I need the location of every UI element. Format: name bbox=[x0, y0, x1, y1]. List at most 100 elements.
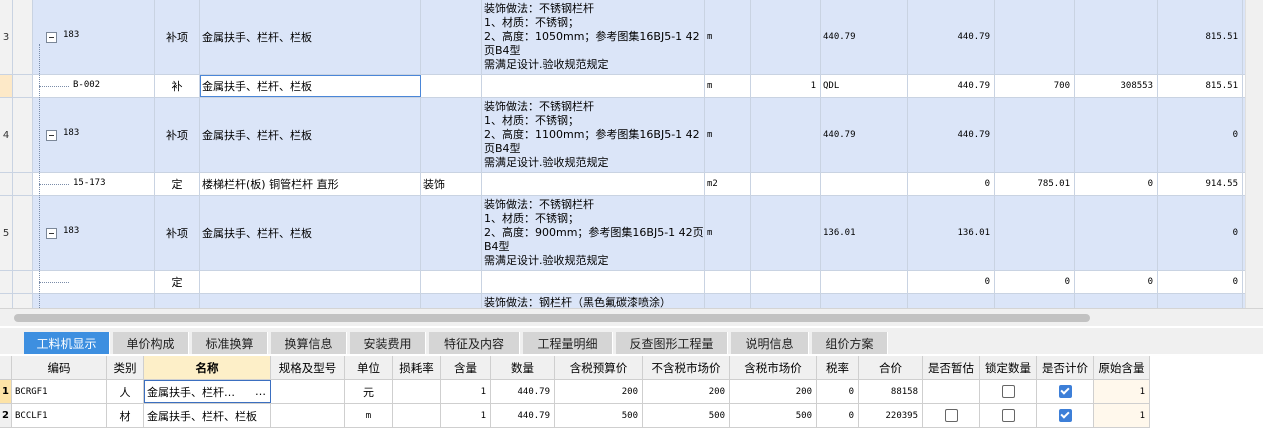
item-feature-cell[interactable] bbox=[482, 271, 705, 293]
table-row[interactable]: 定 0 0 0 0 bbox=[0, 271, 1263, 294]
table-row[interactable]: 5 183 补项 金属扶手、栏杆、栏板 装饰做法：不锈钢栏杆 1、材质：不锈钢；… bbox=[0, 196, 1263, 271]
item-content-cell[interactable] bbox=[751, 196, 821, 270]
resource-market-price-cell[interactable]: 200 bbox=[730, 380, 817, 403]
resource-unit-cell[interactable]: m bbox=[345, 404, 393, 427]
table-row[interactable]: 2 BCCLF1 材 金属扶手、栏杆、栏板 m 1 440.79 500 500… bbox=[0, 404, 1150, 428]
tab-installation-fee[interactable]: 安装费用 bbox=[350, 332, 426, 354]
col-header-content[interactable]: 含量 bbox=[441, 356, 491, 379]
item-spec-cell[interactable] bbox=[421, 0, 482, 74]
item-type-cell[interactable]: 定 bbox=[155, 271, 200, 293]
table-row[interactable]: B-002 补 金属扶手、栏杆、栏板 m 1 QDL 440.79 700 30… bbox=[0, 75, 1263, 98]
original-content-cell[interactable]: 1 bbox=[1094, 380, 1150, 403]
item-unit-price-cell[interactable]: 785.01 bbox=[995, 173, 1075, 195]
item-unit-price-cell[interactable] bbox=[995, 98, 1075, 172]
is-priced-checkbox[interactable] bbox=[1058, 385, 1072, 398]
tab-conversion-info[interactable]: 换算信息 bbox=[271, 332, 347, 354]
resource-loss-cell[interactable] bbox=[393, 404, 441, 427]
item-qty-expr-cell[interactable]: 440.79 bbox=[821, 0, 908, 74]
resource-total-cell[interactable]: 88158 bbox=[859, 380, 923, 403]
resource-tax-cell[interactable]: 0 bbox=[817, 380, 859, 403]
resource-unit-cell[interactable]: 元 bbox=[345, 380, 393, 403]
tab-features-content[interactable]: 特征及内容 bbox=[429, 332, 520, 354]
item-content-cell[interactable]: 1 bbox=[751, 75, 821, 97]
table-row[interactable]: 1 BCRGF1 人 金属扶手、栏杆… … 元 1 440.79 200 200… bbox=[0, 380, 1150, 404]
resource-content-cell[interactable]: 1 bbox=[441, 404, 491, 427]
item-content-cell[interactable] bbox=[751, 271, 821, 293]
item-spec-cell[interactable]: 装饰 bbox=[421, 173, 482, 195]
item-unit-cell[interactable]: m bbox=[705, 75, 751, 97]
tab-description[interactable]: 说明信息 bbox=[731, 332, 809, 354]
resource-total-cell[interactable]: 220395 bbox=[859, 404, 923, 427]
tab-quantity-details[interactable]: 工程量明细 bbox=[523, 332, 613, 354]
collapse-icon[interactable] bbox=[46, 130, 57, 141]
item-unit-cell[interactable]: m bbox=[705, 196, 751, 270]
col-header-total[interactable]: 合价 bbox=[859, 356, 923, 379]
item-feature-cell[interactable] bbox=[482, 173, 705, 195]
col-header-market-price-excl-tax[interactable]: 不含税市场价 bbox=[643, 356, 730, 379]
item-code-cell[interactable]: 183 bbox=[33, 0, 155, 74]
item-quantity-cell[interactable]: 0 bbox=[908, 173, 995, 195]
item-unit-price-cell[interactable]: 0 bbox=[995, 271, 1075, 293]
item-spec-cell[interactable] bbox=[421, 98, 482, 172]
horizontal-scrollbar[interactable] bbox=[0, 308, 1263, 326]
item-price-cell[interactable]: 815.51 bbox=[1158, 0, 1243, 74]
item-unit-price-cell[interactable]: 700 bbox=[995, 75, 1075, 97]
item-name-cell[interactable] bbox=[200, 271, 421, 293]
col-header-tax-rate[interactable]: 税率 bbox=[817, 356, 859, 379]
item-quantity-cell[interactable]: 440.79 bbox=[908, 0, 995, 74]
item-total-cell[interactable] bbox=[1075, 196, 1158, 270]
resource-loss-cell[interactable] bbox=[393, 380, 441, 403]
item-qty-expr-cell[interactable] bbox=[821, 173, 908, 195]
tab-unit-price-composition[interactable]: 单价构成 bbox=[113, 332, 189, 354]
item-total-cell[interactable] bbox=[1075, 98, 1158, 172]
item-name-cell[interactable]: 楼梯栏杆(板) 铜管栏杆 直形 bbox=[200, 173, 421, 195]
item-type-cell[interactable]: 补 bbox=[155, 75, 200, 97]
lock-qty-checkbox[interactable] bbox=[1001, 385, 1015, 398]
item-name-cell[interactable]: 金属扶手、栏杆、栏板 bbox=[200, 98, 421, 172]
resource-code-cell[interactable]: BCCLF1 bbox=[12, 404, 107, 427]
item-content-cell[interactable] bbox=[751, 0, 821, 74]
item-type-cell[interactable]: 定 bbox=[155, 173, 200, 195]
col-header-budget-price[interactable]: 含税预算价 bbox=[555, 356, 643, 379]
item-quantity-cell[interactable]: 440.79 bbox=[908, 75, 995, 97]
lock-qty-checkbox[interactable] bbox=[1001, 409, 1015, 422]
item-feature-cell[interactable]: 装饰做法：不锈钢栏杆 1、材质：不锈钢； 2、高度：1050mm；参考图集16B… bbox=[482, 0, 705, 74]
col-header-original-content[interactable]: 原始含量 bbox=[1094, 356, 1150, 379]
collapse-icon[interactable] bbox=[46, 228, 57, 239]
resource-quantity-cell[interactable]: 440.79 bbox=[491, 404, 555, 427]
col-header-market-price[interactable]: 含税市场价 bbox=[730, 356, 817, 379]
table-row[interactable]: 3 183 补项 金属扶手、栏杆、栏板 装饰做法：不锈钢栏杆 1、材质：不锈钢；… bbox=[0, 0, 1263, 75]
item-code-cell[interactable]: 183 bbox=[33, 98, 155, 172]
is-priced-checkbox[interactable] bbox=[1058, 409, 1072, 422]
col-header-unit[interactable]: 单位 bbox=[345, 356, 393, 379]
resource-spec-cell[interactable] bbox=[271, 380, 345, 403]
item-code-cell[interactable]: 183 bbox=[33, 196, 155, 270]
resource-market-price-cell[interactable]: 500 bbox=[730, 404, 817, 427]
col-header-spec[interactable]: 规格及型号 bbox=[271, 356, 345, 379]
item-qty-expr-cell[interactable]: 440.79 bbox=[821, 98, 908, 172]
resource-budget-price-cell[interactable]: 200 bbox=[555, 380, 643, 403]
item-price-cell[interactable]: 815.51 bbox=[1158, 75, 1243, 97]
item-unit-cell[interactable] bbox=[705, 271, 751, 293]
col-header-category[interactable]: 类别 bbox=[107, 356, 144, 379]
item-feature-cell[interactable]: 装饰做法：钢栏杆（黑色氟碳漆喷涂） bbox=[482, 294, 705, 308]
item-spec-cell[interactable] bbox=[421, 75, 482, 97]
table-row[interactable]: 15-173 定 楼梯栏杆(板) 铜管栏杆 直形 装饰 m2 0 785.01 … bbox=[0, 173, 1263, 196]
scrollbar-thumb[interactable] bbox=[14, 314, 1090, 322]
item-price-cell[interactable]: 0 bbox=[1158, 98, 1243, 172]
item-type-cell[interactable]: 补项 bbox=[155, 98, 200, 172]
item-price-cell[interactable]: 914.55 bbox=[1158, 173, 1243, 195]
item-name-cell[interactable]: 金属扶手、栏杆、栏板 bbox=[200, 196, 421, 270]
item-spec-cell[interactable] bbox=[421, 271, 482, 293]
item-feature-cell[interactable]: 装饰做法：不锈钢栏杆 1、材质：不锈钢； 2、高度：900mm；参考图集16BJ… bbox=[482, 196, 705, 270]
item-type-cell[interactable]: 补项 bbox=[155, 0, 200, 74]
resource-name-cell[interactable]: 金属扶手、栏杆、栏板 bbox=[144, 404, 271, 427]
original-content-cell[interactable]: 1 bbox=[1094, 404, 1150, 427]
more-options-icon[interactable]: … bbox=[255, 385, 266, 398]
item-price-cell[interactable]: 0 bbox=[1158, 196, 1243, 270]
col-header-is-priced[interactable]: 是否计价 bbox=[1037, 356, 1094, 379]
col-header-loss-rate[interactable]: 损耗率 bbox=[393, 356, 441, 379]
item-name-cell[interactable]: 金属扶手、栏杆、栏板 bbox=[200, 0, 421, 74]
table-row[interactable]: 4 183 补项 金属扶手、栏杆、栏板 装饰做法：不锈钢栏杆 1、材质：不锈钢；… bbox=[0, 98, 1263, 173]
resource-tax-cell[interactable]: 0 bbox=[817, 404, 859, 427]
